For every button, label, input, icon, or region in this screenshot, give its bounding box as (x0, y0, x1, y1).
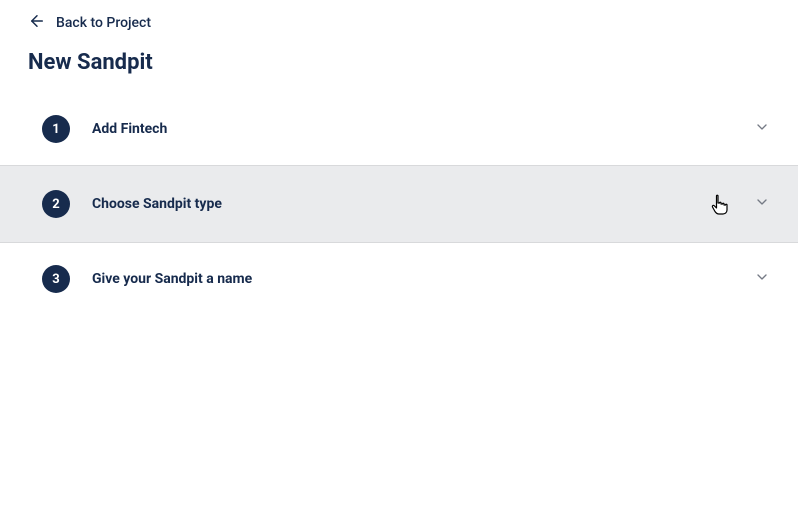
step-label: Add Fintech (92, 121, 754, 137)
step-label: Give your Sandpit a name (92, 271, 754, 287)
chevron-down-icon (754, 119, 770, 139)
step-number-badge: 3 (42, 265, 70, 293)
step-label: Choose Sandpit type (92, 196, 754, 212)
chevron-down-icon (754, 194, 770, 214)
page-title: New Sandpit (0, 42, 798, 93)
step-number-badge: 2 (42, 190, 70, 218)
step-number-badge: 1 (42, 115, 70, 143)
chevron-down-icon (754, 269, 770, 289)
step-give-sandpit-name[interactable]: 3 Give your Sandpit a name (0, 243, 798, 315)
back-to-project-link[interactable]: Back to Project (0, 0, 798, 42)
arrow-left-icon (28, 12, 46, 34)
step-choose-sandpit-type[interactable]: 2 Choose Sandpit type (0, 165, 798, 243)
step-add-fintech[interactable]: 1 Add Fintech (0, 93, 798, 165)
back-link-label: Back to Project (56, 15, 151, 31)
